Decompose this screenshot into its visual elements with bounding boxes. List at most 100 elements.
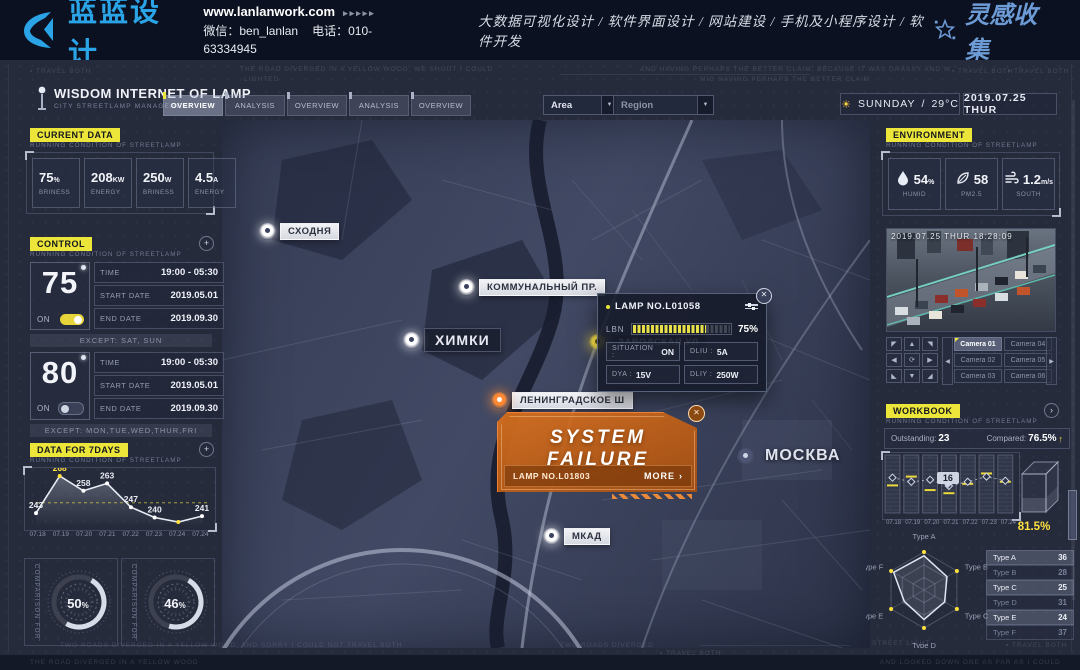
tab-overview[interactable]: OVERVIEW <box>163 95 223 116</box>
comparison-label: COMPARISON FOR <box>123 563 137 641</box>
website-url[interactable]: www.lanlanwork.com <box>203 4 335 19</box>
city-map[interactable]: СХОДНЯКОММУНАЛЬНЫЙ ПР.ХИМКИЗАВОДСКАЯ УЛЛ… <box>222 120 870 648</box>
x-tick-label: 07.23 <box>980 520 999 526</box>
stat-label: ENERGY <box>195 189 235 196</box>
camera-button-camera-01[interactable]: Camera 01 <box>954 337 1002 351</box>
map-marker-химки[interactable]: ХИМКИ <box>403 328 501 352</box>
svg-text:237: 237 <box>171 526 185 528</box>
x-tick-label: 07.18 <box>884 520 903 526</box>
decor-text: AND HAVING PERHAPS THE BETTER CLAIM, BEC… <box>640 66 951 73</box>
workbook-stats: Outstanding: 23 Compared: 76.5% ↑ <box>884 428 1070 449</box>
map-marker-ленинградское-ш[interactable]: ЛЕНИНГРАДСКОЕ Ш <box>491 392 633 409</box>
map-marker-коммунальный-пр-[interactable]: КОММУНАЛЬНЫЙ ПР. <box>458 279 605 296</box>
except-bar: EXCEPT: MON,TUE,WED,THUR,FRI <box>30 424 212 437</box>
env-value: 1.2m/s <box>1023 172 1053 187</box>
camera-button-camera-06[interactable]: Camera 06 <box>1004 369 1052 383</box>
decor-text: MIG HAVING PERHAPS THE BETTER CLAIM <box>700 76 870 83</box>
workbook-subtitle: RUNNING CONDITION OF STREETLAMP <box>886 418 1038 425</box>
stat-card: 4.5AENERGY <box>188 158 236 208</box>
popup-field: DLIY :250W <box>684 365 758 384</box>
refresh-icon[interactable]: ⟳ <box>904 353 920 367</box>
camera-feed[interactable] <box>886 228 1056 332</box>
arrow-up-right-icon[interactable]: ◥ <box>922 337 938 351</box>
type-row[interactable]: Type F37 <box>986 625 1074 640</box>
type-row[interactable]: Type C25 <box>986 580 1074 595</box>
type-value: 31 <box>1058 598 1067 607</box>
tab-overview[interactable]: OVERVIEW <box>411 95 471 116</box>
tab-analysis[interactable]: ANALYSIS <box>225 95 285 116</box>
svg-text:243: 243 <box>29 500 43 510</box>
camera-dpad: ◤▲◥ ◀⟳▶ ◣▼◢ <box>886 337 938 383</box>
schedule-row: TIME19:00 - 05:30 <box>94 262 224 283</box>
map-label: ХИМКИ <box>424 328 501 352</box>
more-button[interactable]: MORE› <box>644 471 683 481</box>
env-card: 54%HUMID <box>888 158 941 210</box>
row-label: END DATE <box>100 404 141 413</box>
svg-text:Type A: Type A <box>913 532 936 541</box>
footer-left-text: THE ROAD DIVERGED IN A YELLOW WOOD <box>30 659 199 666</box>
chevron-down-icon[interactable]: ▼ <box>697 96 713 114</box>
env-value: 54% <box>914 172 935 187</box>
map-pin-icon <box>259 223 276 240</box>
sliders-icon[interactable] <box>745 304 758 309</box>
comparison-label: COMPARISON FOR <box>26 563 40 641</box>
popup-close-icon[interactable]: ✕ <box>756 288 772 304</box>
caret-left-icon[interactable]: ◀ <box>942 337 953 385</box>
power-toggle[interactable] <box>58 402 84 415</box>
region-select[interactable]: Region▼ <box>613 95 714 115</box>
comparison-value: 50% <box>39 596 117 611</box>
tab-overview[interactable]: OVERVIEW <box>287 95 347 116</box>
brightness-box: 75ON <box>30 262 90 330</box>
type-label: Type C <box>993 583 1017 592</box>
camera-button-camera-03[interactable]: Camera 03 <box>954 369 1002 383</box>
type-row[interactable]: Type A36 <box>986 550 1074 565</box>
map-marker-мкад[interactable]: МКАД <box>543 528 610 545</box>
chevron-right-icon[interactable]: › <box>1044 403 1059 418</box>
popup-field: DYA :15V <box>606 365 680 384</box>
camera-button-camera-02[interactable]: Camera 02 <box>954 353 1002 367</box>
date-widget: 2019.07.25 THUR <box>963 93 1057 115</box>
map-marker-москва[interactable]: МОСКВА <box>737 445 847 467</box>
svg-text:241: 241 <box>195 503 209 513</box>
camera-button-camera-05[interactable]: Camera 05 <box>1004 353 1052 367</box>
type-row[interactable]: Type D31 <box>986 595 1074 610</box>
footer-right-text: AND LOOKED DOWN ONE AS FAR AS I COULD <box>880 659 1061 666</box>
alert-close-icon[interactable]: ✕ <box>688 405 705 422</box>
footer-band: THE ROAD DIVERGED IN A YELLOW WOOD AND L… <box>0 655 1080 670</box>
map-label: СХОДНЯ <box>280 223 339 240</box>
collect-text: 灵感收集 <box>965 0 1054 65</box>
stat-card: 250WBRINESS <box>136 158 184 208</box>
area-select[interactable]: Area▼ <box>543 95 618 115</box>
add-icon[interactable]: + <box>199 442 214 457</box>
arrow-down-icon[interactable]: ▼ <box>904 369 920 383</box>
alert-lamp-id: LAMP NO.L01803 <box>513 471 590 481</box>
add-icon[interactable]: + <box>199 236 214 251</box>
arrow-left-icon[interactable]: ◀ <box>886 353 902 367</box>
row-label: END DATE <box>100 314 141 323</box>
arrow-up-icon[interactable]: ▲ <box>904 337 920 351</box>
decor-text: LIGHTED <box>244 76 279 83</box>
power-toggle[interactable] <box>60 314 84 325</box>
arrow-down-right-icon[interactable]: ◢ <box>922 369 938 383</box>
arrow-up-left-icon[interactable]: ◤ <box>886 337 902 351</box>
svg-text:268: 268 <box>53 468 67 473</box>
tab-analysis[interactable]: ANALYSIS <box>349 95 409 116</box>
x-tick-label: 07.24 <box>166 531 189 538</box>
env-unit: m/s <box>1041 179 1053 186</box>
svg-text:247: 247 <box>124 494 138 504</box>
map-marker-сходня[interactable]: СХОДНЯ <box>259 223 339 240</box>
row-label: TIME <box>100 358 120 367</box>
svg-text:Type E: Type E <box>866 612 883 621</box>
type-row[interactable]: Type B28 <box>986 565 1074 580</box>
streetlamp-icon <box>34 86 50 112</box>
type-row[interactable]: Type E24 <box>986 610 1074 625</box>
week-chart-subtitle: RUNNING CONDITION OF STREETLAMP <box>30 457 182 464</box>
hazard-stripes <box>612 494 692 499</box>
decor-text: THE ROAD DIVERGED IN A YELLOW WOOD, WE S… <box>240 66 493 73</box>
row-value: 2019.09.30 <box>170 313 218 324</box>
camera-button-camera-04[interactable]: Camera 04 <box>1004 337 1052 351</box>
scrollbar-thumb[interactable] <box>1068 490 1077 540</box>
arrow-down-left-icon[interactable]: ◣ <box>886 369 902 383</box>
caret-right-icon[interactable]: ▶ <box>1046 337 1057 385</box>
arrow-right-icon[interactable]: ▶ <box>922 353 938 367</box>
